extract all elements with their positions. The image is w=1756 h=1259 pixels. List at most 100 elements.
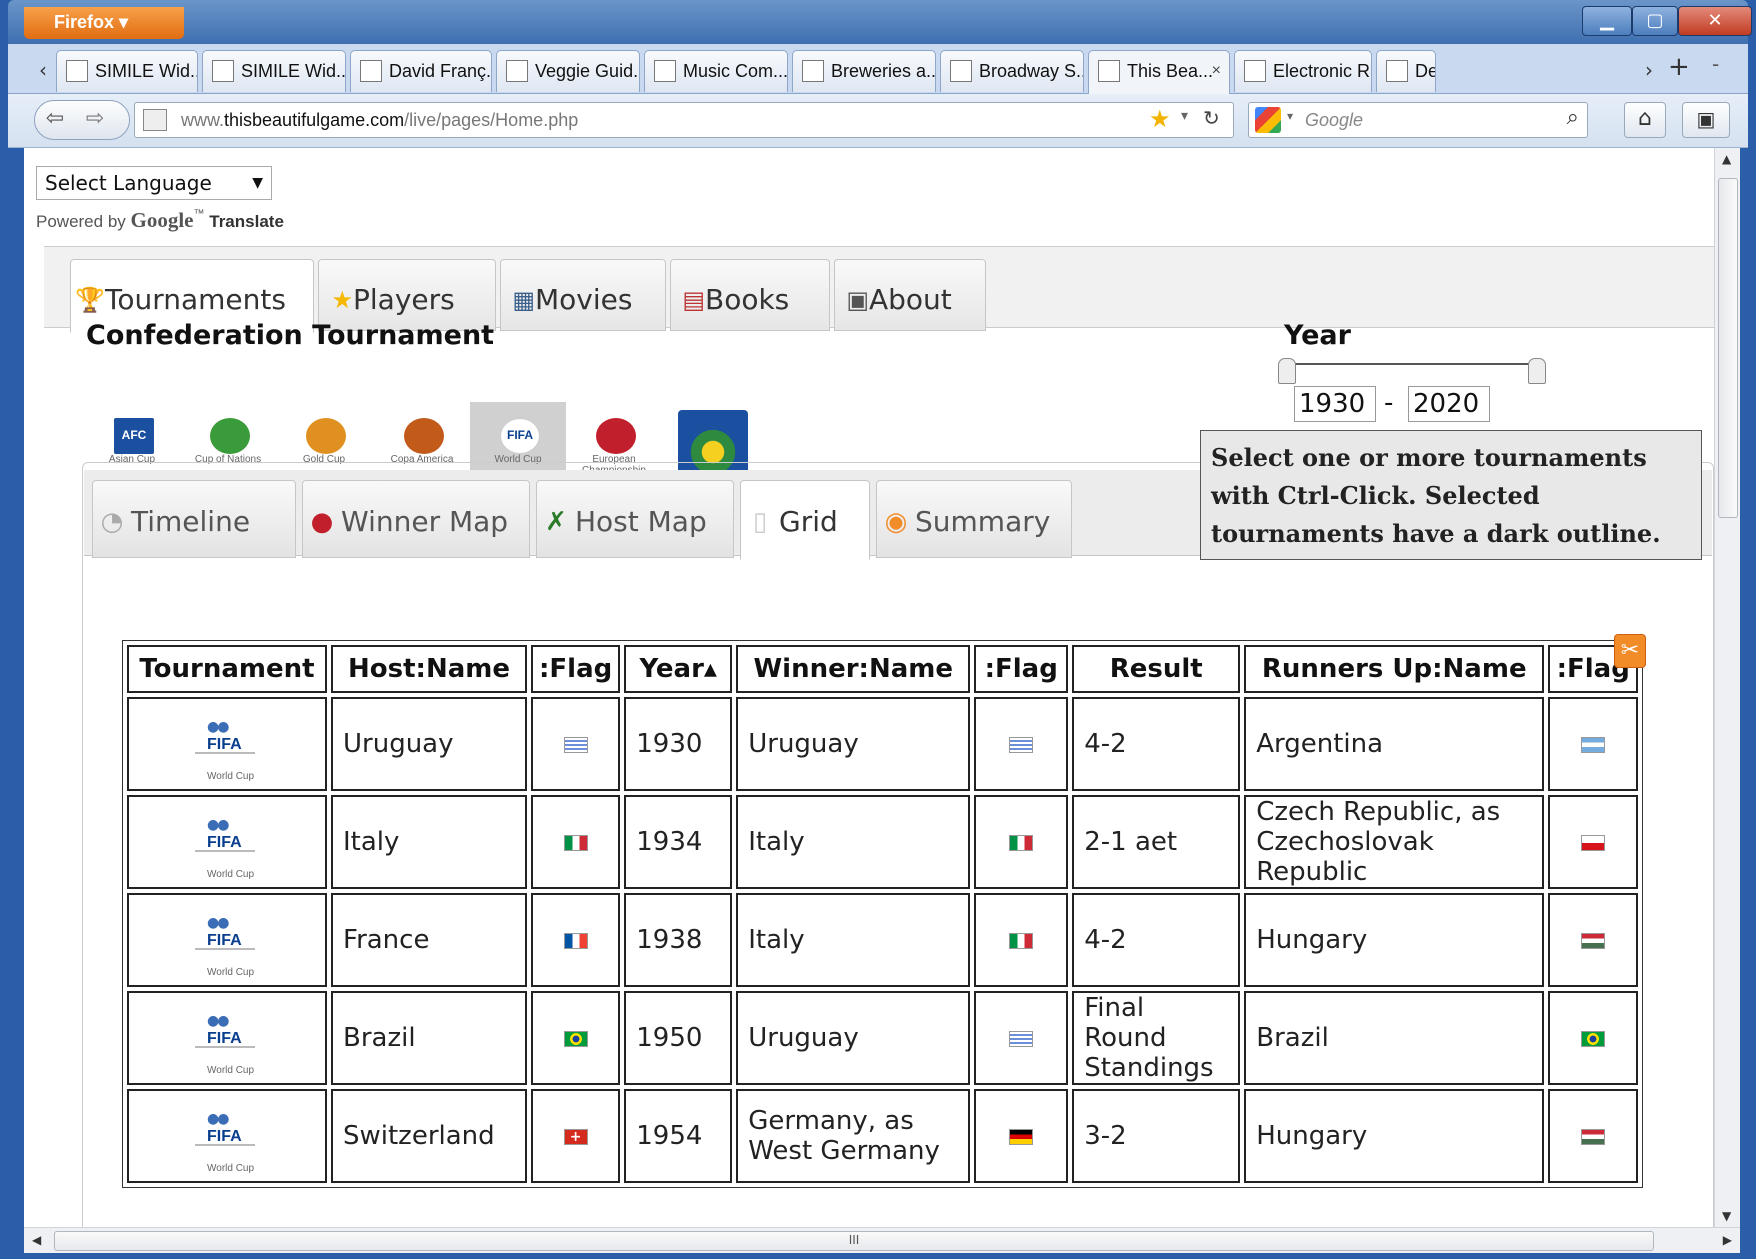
search-bar[interactable]: ▾ Google ⌕ (1248, 102, 1588, 138)
vertical-scroll-thumb[interactable] (1718, 178, 1738, 518)
language-select[interactable]: Select Language ▼ (36, 166, 272, 200)
film-icon: ▦ (512, 286, 535, 314)
uruguay-flag-icon (1009, 736, 1034, 753)
year-from-input[interactable]: 1930 (1294, 386, 1376, 422)
close-window-button[interactable]: ✕ (1678, 6, 1752, 36)
grid-row[interactable]: ●● FIFA World Cup Brazil 1950 Uruguay Final Ro… (127, 991, 1639, 1085)
reload-icon[interactable]: ↻ (1203, 106, 1220, 130)
language-select-value: Select Language (45, 171, 212, 195)
year-slider-min-handle[interactable] (1278, 358, 1296, 384)
url-dropdown-icon[interactable]: ▾ (1181, 108, 1188, 124)
scroll-left-icon[interactable]: ◀ (32, 1233, 41, 1247)
new-tab-button[interactable]: + (1668, 52, 1690, 82)
scroll-up-icon[interactable]: ▲ (1722, 152, 1731, 166)
horizontal-scrollbar[interactable]: ◀ III ▶ (24, 1227, 1740, 1253)
forward-button[interactable]: ⇨ (79, 104, 111, 136)
browser-tab[interactable]: Electronic R... (1234, 50, 1372, 92)
minimize-button[interactable]: ▁ (1582, 6, 1632, 36)
grid-column-header[interactable]: Runners Up:Name (1244, 645, 1545, 693)
browser-tab[interactable]: Broadway S... (940, 50, 1084, 92)
year-cell: 1950 (624, 991, 733, 1085)
flag-cell (974, 893, 1069, 987)
france-flag-icon (563, 932, 588, 949)
browser-tab[interactable]: This Bea... × (1088, 50, 1230, 94)
google-icon[interactable] (1255, 107, 1281, 133)
fifa-world-cup-logo: ●● FIFA World Cup (185, 806, 269, 880)
scroll-down-icon[interactable]: ▼ (1722, 1209, 1731, 1223)
result-cell: 3-2 (1072, 1089, 1241, 1183)
grid-column-header[interactable]: Year▴ (624, 645, 733, 693)
browser-tab-label: SIMILE Wid... (95, 61, 198, 81)
flag-cell (974, 697, 1069, 791)
browser-tab[interactable]: SIMILE Wid... (56, 50, 198, 92)
main-tab-label: Players (353, 283, 455, 316)
tournament-emblem-text: AFC (121, 428, 147, 442)
page-favicon-icon (950, 60, 972, 82)
main-tab-movies[interactable]: ▦Movies (500, 259, 666, 331)
grid-column-header[interactable]: Result (1072, 645, 1241, 693)
browser-tab[interactable]: Den (1376, 50, 1436, 92)
grid-row[interactable]: ●● FIFA World Cup Switzerland +1954 Germany, … (127, 1089, 1639, 1183)
search-input[interactable]: Google (1305, 103, 1363, 137)
scroll-right-icon[interactable]: ▶ (1723, 1233, 1732, 1247)
url-text[interactable]: www.thisbeautifulgame.com/live/pages/Hom… (181, 103, 578, 137)
host-name-cell: France (331, 893, 527, 987)
fifa-tagline-icon (195, 752, 255, 754)
year-slider-max-handle[interactable] (1528, 358, 1546, 384)
year-to-input[interactable]: 2020 (1408, 386, 1490, 422)
view-tab-grid[interactable]: ▯ Grid (740, 480, 870, 560)
year-slider-track[interactable] (1288, 363, 1536, 365)
view-tab-timeline[interactable]: ◔ Timeline (92, 480, 296, 558)
uruguay-flag-icon (563, 736, 588, 753)
flag-cell (974, 795, 1069, 889)
runner-up-name-cell: Czech Republic, as Czechoslovak Republic (1244, 795, 1545, 889)
grid-row[interactable]: ●● FIFA World Cup Uruguay 1930 Uruguay 4-2 Arge… (127, 697, 1639, 791)
home-button[interactable]: ⌂ (1624, 102, 1666, 138)
close-tab-icon[interactable]: × (1212, 51, 1221, 91)
view-tab-summary[interactable]: ◉ Summary (876, 480, 1072, 558)
horizontal-scroll-thumb[interactable]: III (54, 1231, 1654, 1251)
magnifier-icon[interactable]: ⌕ (1567, 105, 1579, 130)
grid-column-header[interactable]: Winner:Name (736, 645, 971, 693)
view-tab-host-map[interactable]: ✗ Host Map (536, 480, 734, 558)
browser-tab[interactable]: Breweries a... (792, 50, 936, 92)
powered-by-label: Powered by (36, 212, 126, 231)
main-tab-books[interactable]: ▤Books (670, 259, 830, 331)
brazil-flag-icon (563, 1030, 588, 1047)
browser-tab[interactable]: Music Com... (644, 50, 788, 92)
firefox-menu-button[interactable]: Firefox ▾ (24, 7, 184, 39)
view-tab-label: Winner Map (341, 505, 509, 538)
view-tab-winner-map[interactable]: ● Winner Map (302, 480, 530, 558)
fifa-world-cup-logo: ●● FIFA World Cup (185, 904, 269, 978)
back-button[interactable]: ⇦ (39, 104, 71, 136)
grid-column-header[interactable]: :Flag (974, 645, 1069, 693)
browser-tab[interactable]: Veggie Guid... (496, 50, 640, 92)
browser-tab-label: This Bea... (1127, 61, 1214, 81)
tabs-scroll-left-icon[interactable]: ‹ (30, 54, 56, 86)
grid-column-header[interactable]: Tournament (127, 645, 327, 693)
browser-tab[interactable]: SIMILE Wid... (202, 50, 346, 92)
grid-column-header[interactable]: Host:Name (331, 645, 527, 693)
url-bar[interactable]: www.thisbeautifulgame.com/live/pages/Hom… (134, 102, 1234, 138)
italy-flag-icon (1009, 932, 1034, 949)
browser-tab-label: Breweries a... (831, 61, 936, 81)
world-cup-logo-text: World Cup (207, 771, 255, 782)
main-tab-about[interactable]: ▣About (834, 259, 986, 331)
tabs-scroll-right-icon[interactable]: › (1636, 54, 1662, 86)
grid-row[interactable]: ●● FIFA World Cup France 1938 Italy 4-2 Hungary (127, 893, 1639, 987)
result-cell: 4-2 (1072, 893, 1241, 987)
flag-cell (1548, 991, 1639, 1085)
browser-tab[interactable]: David Franç... (350, 50, 492, 92)
grid-row[interactable]: ●● FIFA World Cup Italy 1934 Italy 2-1 aet Czec… (127, 795, 1639, 889)
maximize-button[interactable]: ▢ (1632, 6, 1678, 36)
grid-header-row: Tournament Host:Name:Flag Year▴ Winner:Name… (127, 645, 1639, 693)
vertical-scrollbar[interactable]: ▲ ▼ (1714, 148, 1740, 1227)
translate-link[interactable]: Translate (209, 212, 284, 231)
bookmark-star-icon[interactable]: ★ (1149, 105, 1171, 133)
bookmarks-menu-button[interactable]: ▣ (1682, 102, 1730, 138)
tab-list-icon[interactable]: - (1712, 52, 1719, 76)
search-engine-dropdown-icon[interactable]: ▾ (1287, 109, 1293, 123)
tournament-emblem-icon (404, 418, 444, 454)
scissors-icon[interactable]: ✂ (1614, 634, 1646, 668)
grid-column-header[interactable]: :Flag (531, 645, 621, 693)
